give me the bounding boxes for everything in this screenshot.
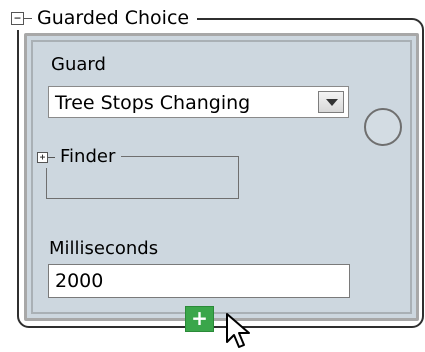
- guard-label: Guard: [51, 54, 106, 75]
- dropdown-button[interactable]: [318, 91, 344, 113]
- guarded-choice-header: Guarded Choice: [11, 6, 198, 30]
- guard-selected-value: Tree Stops Changing: [55, 92, 251, 114]
- status-circle-icon[interactable]: [364, 108, 402, 146]
- finder-title: Finder: [60, 146, 116, 167]
- collapse-icon[interactable]: [11, 11, 24, 25]
- triangle-down-icon: [326, 99, 338, 106]
- legend-connector: [48, 156, 55, 158]
- add-button[interactable]: +: [185, 306, 214, 332]
- finder-header: Finder: [37, 146, 122, 168]
- guard-select[interactable]: Tree Stops Changing: [48, 86, 349, 118]
- milliseconds-input[interactable]: [48, 264, 350, 298]
- guarded-choice-title: Guarded Choice: [37, 7, 190, 29]
- legend-connector: [24, 17, 32, 19]
- milliseconds-label: Milliseconds: [49, 238, 159, 259]
- expand-icon[interactable]: [37, 151, 48, 163]
- mouse-cursor-icon: [226, 313, 250, 348]
